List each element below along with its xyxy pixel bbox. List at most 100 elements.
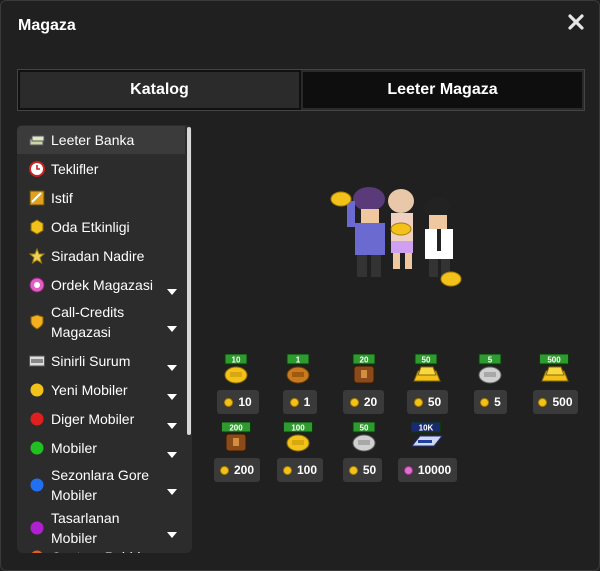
chevron-down-icon[interactable]	[167, 416, 177, 429]
blue-dot-icon	[29, 477, 45, 493]
product-gold-bar-icon[interactable]: 500	[530, 353, 578, 384]
svg-text:1: 1	[296, 355, 301, 364]
product-bronze-chest-icon[interactable]: 200	[212, 421, 260, 452]
buy-price-button[interactable]: 50	[343, 458, 382, 482]
preview-image	[321, 179, 471, 294]
sidebar-item-label: Mobiler	[51, 440, 97, 456]
coin-icon	[219, 465, 229, 475]
sidebar-item-centaur-pubhi[interactable]: Centaur Pubhi	[17, 543, 185, 553]
purple-dot-icon	[29, 520, 45, 536]
sidebar-item-label: Diger Mobiler	[51, 411, 135, 427]
sidebar-item-ordek-magazasi[interactable]: Ordek Magazasi	[17, 271, 185, 299]
buy-price-button[interactable]: 10000	[398, 458, 457, 482]
hexagon-icon	[29, 219, 45, 235]
tab-bar: Katalog Leeter Magaza	[17, 69, 585, 111]
sidebar-item-mobiler[interactable]: Mobiler	[17, 434, 185, 462]
tab-leeter-magaza[interactable]: Leeter Magaza	[301, 70, 584, 110]
sidebar-item-call-credits-magazasi[interactable]: Call-Credits Magazasi	[17, 300, 185, 344]
price-label: 10	[238, 395, 252, 409]
product-silver-bag-icon[interactable]: 5	[466, 353, 514, 384]
sidebar-item-teklifler[interactable]: Teklifler	[17, 155, 185, 183]
star-icon	[29, 248, 45, 264]
chevron-down-icon[interactable]	[167, 445, 177, 458]
buy-price-button[interactable]: 200	[214, 458, 260, 482]
buy-price-button[interactable]: 100	[277, 458, 323, 482]
product-bronze-bag-icon[interactable]: 1	[274, 353, 322, 384]
svg-text:10: 10	[232, 355, 241, 364]
green-dot-icon	[29, 440, 45, 456]
coin-icon	[282, 465, 292, 475]
chevron-down-icon[interactable]	[167, 282, 177, 295]
sidebar-item-tasarlanan-mobiler[interactable]: Tasarlanan Mobiler	[17, 510, 185, 546]
sidebar-item-sezonlara-gore-mobiler[interactable]: Sezonlara Gore Mobiler	[17, 463, 185, 507]
coin-icon	[348, 465, 358, 475]
chevron-down-icon[interactable]	[167, 319, 177, 332]
svg-text:500: 500	[547, 355, 561, 364]
sidebar-item-leeter-banka[interactable]: Leeter Banka	[17, 126, 185, 154]
sidebar-item-diger-mobiler[interactable]: Diger Mobiler	[17, 405, 185, 433]
sidebar-item-siradan-nadire[interactable]: Siradan Nadire	[17, 242, 185, 270]
svg-text:20: 20	[360, 355, 369, 364]
title-bar: Magaza	[1, 1, 599, 51]
sidebar-item-label: Sinirli Surum	[51, 353, 131, 369]
chevron-down-icon[interactable]	[167, 525, 177, 538]
sidebar-item-yeni-mobiler[interactable]: Yeni Mobiler	[17, 376, 185, 404]
sidebar-item-label: Istif	[51, 190, 73, 206]
sidebar-item-label: Ordek Magazasi	[51, 277, 153, 293]
buy-price-button[interactable]: 50	[407, 390, 448, 414]
svg-text:200: 200	[229, 423, 243, 432]
window-title: Magaza	[18, 17, 76, 34]
sidebar-item-sinirli-surum[interactable]: Sinirli Surum	[17, 347, 185, 375]
product-gold-bar-icon[interactable]: 50	[402, 353, 450, 384]
price-label: 20	[363, 395, 378, 409]
sidebar-item-label: Yeni Mobiler	[51, 382, 128, 398]
duck-icon	[29, 277, 45, 293]
coin-icon	[349, 397, 359, 407]
price-label: 50	[362, 463, 377, 477]
shop-window: Magaza Katalog Leeter Magaza Leeter Bank…	[0, 0, 600, 571]
sidebar-item-label: Centaur Pubhi	[51, 547, 167, 553]
sidebar-item-label: Tasarlanan Mobiler	[51, 510, 120, 546]
svg-text:50: 50	[422, 355, 431, 364]
diamond-icon	[403, 465, 413, 475]
sidebar-item-label: Oda Etkinligi	[51, 219, 130, 235]
product-silver-bag-icon[interactable]: 50	[340, 421, 388, 452]
buy-price-button[interactable]: 20	[343, 390, 384, 414]
sidebar-item-istif[interactable]: Istif	[17, 184, 185, 212]
price-label: 5	[494, 395, 501, 409]
stack-box-icon	[29, 190, 45, 206]
orange-dot-icon	[29, 549, 45, 553]
product-gold-bag-icon[interactable]: 100	[274, 421, 322, 452]
price-label: 200	[233, 463, 255, 477]
close-icon[interactable]	[567, 13, 585, 31]
shield-icon	[29, 314, 45, 330]
coin-icon	[289, 397, 299, 407]
sidebar-item-label: Siradan Nadire	[51, 248, 145, 264]
sidebar-item-oda-etkinligi[interactable]: Oda Etkinligi	[17, 213, 185, 241]
product-bronze-chest-icon[interactable]: 20	[340, 353, 388, 384]
chevron-down-icon[interactable]	[167, 387, 177, 400]
sidebar-item-label: Sezonlara Gore Mobiler	[51, 467, 150, 503]
price-label: 50	[427, 395, 442, 409]
buy-price-button[interactable]: 1	[283, 390, 317, 414]
chevron-down-icon[interactable]	[167, 358, 177, 371]
money-stack-icon	[29, 132, 45, 148]
yellow-dot-icon	[29, 382, 45, 398]
buy-price-button[interactable]: 5	[474, 390, 507, 414]
product-gold-bag-icon[interactable]: 10	[212, 353, 260, 384]
sidebar-item-label: Leeter Banka	[51, 132, 135, 148]
price-label: 10000	[417, 463, 452, 477]
price-label: 100	[296, 463, 318, 477]
buy-price-button[interactable]: 10	[217, 390, 259, 414]
sidebar-item-label: Teklifler	[51, 161, 99, 177]
red-dot-icon	[29, 411, 45, 427]
coin-icon	[538, 397, 548, 407]
chevron-down-icon[interactable]	[167, 482, 177, 495]
coin-icon	[480, 397, 490, 407]
tab-katalog[interactable]: Katalog	[18, 70, 301, 110]
buy-price-button[interactable]: 500	[533, 390, 578, 414]
sidebar-scrollbar[interactable]	[187, 127, 191, 435]
product-card-icon[interactable]: 10K	[402, 421, 450, 452]
coin-icon	[413, 397, 423, 407]
sidebar-item-label: Call-Credits Magazasi	[51, 304, 125, 340]
